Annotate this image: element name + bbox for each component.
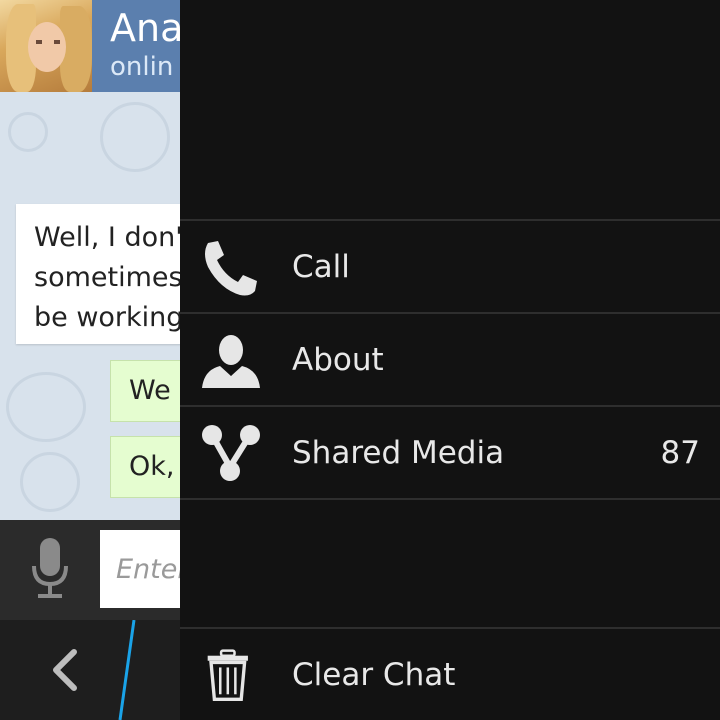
menu-divider bbox=[180, 498, 720, 500]
phone-icon bbox=[205, 241, 257, 296]
menu-item-about[interactable]: About bbox=[180, 314, 720, 406]
menu-item-label: Shared Media bbox=[292, 435, 505, 471]
bottom-bar-divider bbox=[118, 620, 136, 720]
back-button[interactable] bbox=[30, 640, 100, 700]
person-icon bbox=[202, 335, 260, 388]
menu-item-label: Clear Chat bbox=[292, 657, 456, 693]
menu-item-label: About bbox=[292, 342, 384, 378]
menu-item-call[interactable]: Call bbox=[180, 221, 720, 313]
contact-status: onlin bbox=[110, 52, 174, 82]
avatar[interactable] bbox=[0, 0, 92, 92]
action-menu: Call About Shared Media 87 Clear Chat bbox=[180, 0, 720, 720]
microphone-icon[interactable] bbox=[30, 538, 70, 600]
trash-icon bbox=[207, 649, 248, 701]
contact-name: Ana bbox=[110, 6, 184, 50]
menu-item-clear-chat[interactable]: Clear Chat bbox=[180, 629, 720, 720]
menu-item-shared-media[interactable]: Shared Media 87 bbox=[180, 407, 720, 499]
chevron-left-icon bbox=[53, 649, 77, 691]
share-icon bbox=[202, 425, 260, 481]
menu-item-label: Call bbox=[292, 249, 350, 285]
shared-media-count: 87 bbox=[660, 435, 700, 471]
